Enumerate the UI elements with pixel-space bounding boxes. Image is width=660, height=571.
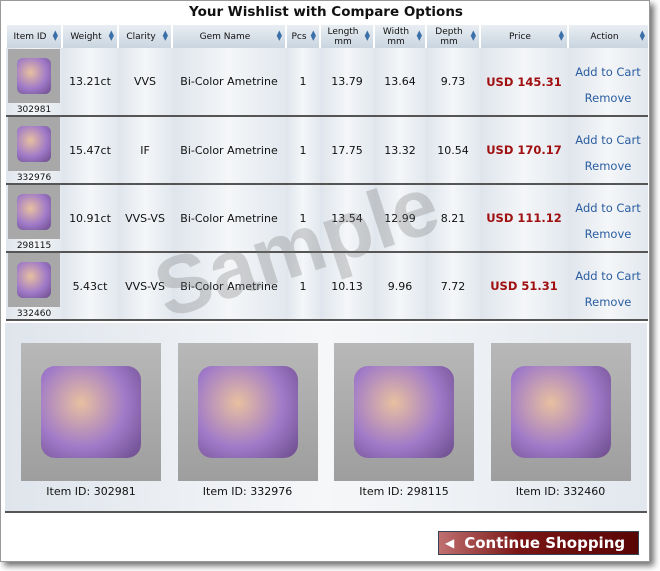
add-to-cart-link[interactable]: Add to Cart [568,201,648,215]
sort-icon[interactable]: ▲ ▼ [163,30,168,42]
remove-link[interactable]: Remove [568,227,648,241]
sort-icon[interactable]: ▲ ▼ [471,30,476,42]
sort-icon[interactable]: ▲ ▼ [277,30,282,42]
column-header[interactable]: Length mm ▲ ▼ [319,25,374,48]
gem-thumbnail[interactable] [8,117,60,171]
column-header[interactable]: Price ▲ ▼ [479,25,568,48]
continue-shopping-button[interactable]: ◀ Continue Shopping [438,531,639,555]
arrow-left-icon: ◀ [445,536,455,550]
column-header[interactable]: Gem Name ▲ ▼ [171,25,286,48]
gem-thumbnail[interactable] [8,253,60,307]
gem-image[interactable] [177,343,318,481]
sort-icon[interactable]: ▲ ▼ [311,30,316,42]
remove-link[interactable]: Remove [568,91,648,105]
compare-gallery: Item ID: 302981 Item ID: 332976 Item ID: 2… [5,323,647,513]
column-header[interactable]: Weight ▲ ▼ [61,25,118,48]
table-row: 298115 10.91ct VVS-VS Bi-Color Ametrine 1 13… [6,184,648,253]
gem-thumbnail[interactable] [8,48,60,103]
gem-image[interactable] [334,343,474,481]
price: USD 170.17 [480,116,568,185]
gallery-item: Item ID: 298115 [334,343,474,498]
sort-icon[interactable]: ▲ ▼ [53,30,58,42]
table-row: 302981 13.21ct VVS Bi-Color Ametrine 1 13.79… [6,48,648,117]
remove-link[interactable]: Remove [568,295,648,309]
wishlist-table: Item ID ▲ ▼ Weight ▲ ▼ Clarity ▲ ▼ Gem Name ▲ ▼ Pcs ▲… [5,25,648,321]
gem-thumbnail[interactable] [8,185,60,239]
column-header[interactable]: Pcs ▲ ▼ [285,25,320,48]
column-header[interactable]: Action ▲ ▼ [567,25,648,48]
sort-icon[interactable]: ▲ ▼ [559,30,564,42]
sort-icon[interactable]: ▲ ▼ [109,30,114,42]
column-header[interactable]: Width mm ▲ ▼ [373,25,426,48]
gallery-item: Item ID: 302981 [21,343,161,498]
add-to-cart-link[interactable]: Add to Cart [568,65,648,79]
column-header[interactable]: Depth mm ▲ ▼ [425,25,480,48]
price: USD 145.31 [480,48,568,117]
price: USD 111.12 [480,184,568,253]
sort-icon[interactable]: ▲ ▼ [640,30,645,42]
column-header[interactable]: Item ID ▲ ▼ [5,25,62,48]
gem-image[interactable] [490,343,631,481]
page-title: Your Wishlist with Compare Options [189,4,463,20]
wishlist-panel: Your Wishlist with Compare Options Item … [0,0,650,562]
add-to-cart-link[interactable]: Add to Cart [568,269,648,283]
gallery-item: Item ID: 332976 [177,343,318,498]
sort-icon[interactable]: ▲ ▼ [365,30,370,42]
table-row: 332460 5.43ct VVS-VS Bi-Color Ametrine 1 10.… [6,252,648,321]
gallery-item: Item ID: 332460 [490,343,631,498]
sort-icon[interactable]: ▲ ▼ [417,30,422,42]
column-header[interactable]: Clarity ▲ ▼ [117,25,172,48]
gem-image[interactable] [21,343,161,481]
add-to-cart-link[interactable]: Add to Cart [568,133,648,147]
table-row: 332976 15.47ct IF Bi-Color Ametrine 1 17.75 1… [6,116,648,185]
remove-link[interactable]: Remove [568,159,648,173]
price: USD 51.31 [480,252,568,321]
